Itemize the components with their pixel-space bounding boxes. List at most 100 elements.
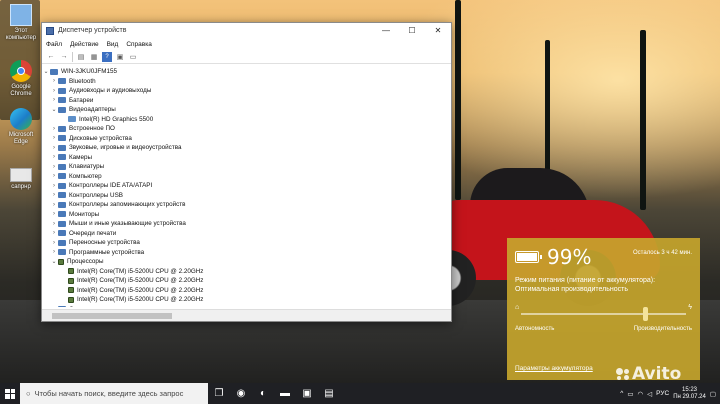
clock[interactable]: 15:23 Пн 29.07.24 <box>673 387 706 401</box>
collapse-chevron-icon[interactable]: ⌄ <box>42 68 50 75</box>
expand-chevron-icon[interactable]: › <box>50 230 58 236</box>
tree-category[interactable]: › Сетевые адаптеры <box>42 305 451 307</box>
store-icon[interactable]: ▣ <box>296 383 318 404</box>
properties-icon[interactable]: ▦ <box>89 52 99 62</box>
menu-view[interactable]: Вид <box>107 41 119 48</box>
expand-chevron-icon[interactable]: › <box>50 202 58 208</box>
tree-device[interactable]: Intel(R) Core(TM) i5-5200U CPU @ 2.20GHz <box>42 267 451 277</box>
tree-view-icon[interactable]: ▤ <box>76 52 86 62</box>
expand-chevron-icon[interactable]: › <box>50 306 58 307</box>
desktop-icon-chrome[interactable]: Google Chrome <box>4 60 38 98</box>
device-tree[interactable]: ⌄ WIN-3JKU0JFM155 › Bluetooth › Аудиовходы … <box>42 65 451 307</box>
expand-chevron-icon[interactable]: › <box>50 221 58 227</box>
tray-chevron-icon[interactable]: ^ <box>620 390 623 397</box>
expand-chevron-icon[interactable]: › <box>50 154 58 160</box>
battery-settings-link[interactable]: Параметры аккумулятора <box>515 365 593 372</box>
tree-category[interactable]: › Встроенное ПО <box>42 124 451 134</box>
desktop-icon-computer[interactable]: Этот компьютер <box>4 4 38 42</box>
expand-chevron-icon[interactable]: › <box>50 183 58 189</box>
monitor-scan-icon[interactable]: ▭ <box>128 52 138 62</box>
tree-category[interactable]: › Клавиатуры <box>42 162 451 172</box>
file-explorer-icon[interactable]: ▬ <box>274 383 296 404</box>
power-mode-slider[interactable]: ⌂ ϟ <box>515 304 692 324</box>
scrollbar-thumb[interactable] <box>52 313 172 319</box>
tree-category[interactable]: › Камеры <box>42 153 451 163</box>
expand-chevron-icon[interactable]: › <box>50 126 58 132</box>
device-manager-window[interactable]: Диспетчер устройств — ☐ ✕ Файл Действие … <box>41 22 452 322</box>
tree-device[interactable]: Intel(R) Core(TM) i5-5200U CPU @ 2.20GHz <box>42 295 451 305</box>
clock-time: 15:23 <box>682 386 698 393</box>
tree-device[interactable]: Intel(R) Core(TM) i5-5200U CPU @ 2.20GHz <box>42 276 451 286</box>
tray-network-icon[interactable]: ◠ <box>637 390 643 398</box>
slider-track[interactable] <box>521 313 686 315</box>
expand-chevron-icon[interactable]: › <box>50 211 58 217</box>
expand-chevron-icon[interactable]: › <box>50 249 58 255</box>
back-arrow-icon[interactable]: ← <box>46 52 56 62</box>
performance-bolt-icon: ϟ <box>688 304 692 311</box>
notifications-icon[interactable]: ▢ <box>710 390 716 398</box>
menu-action[interactable]: Действие <box>70 41 99 48</box>
expand-chevron-icon[interactable]: › <box>50 97 58 103</box>
tree-category[interactable]: › Переносные устройства <box>42 238 451 248</box>
maximize-button[interactable]: ☐ <box>399 23 425 38</box>
wallpaper-palm <box>640 30 646 210</box>
device-category-icon <box>58 239 66 246</box>
expand-chevron-icon[interactable]: › <box>50 135 58 141</box>
help-icon[interactable]: ? <box>102 51 112 62</box>
horizontal-scrollbar[interactable] <box>42 309 451 321</box>
menu-bar: Файл Действие Вид Справка <box>42 38 451 50</box>
start-button[interactable] <box>0 383 20 404</box>
collapse-chevron-icon[interactable]: ⌄ <box>50 258 58 265</box>
tree-category[interactable]: › Bluetooth <box>42 77 451 87</box>
tree-category[interactable]: › Аудиовходы и аудиовыходы <box>42 86 451 96</box>
desktop-icon-edge[interactable]: Microsoft Edge <box>4 108 38 146</box>
forward-arrow-icon[interactable]: → <box>59 52 69 62</box>
tree-category[interactable]: › Батареи <box>42 96 451 106</box>
taskbar: ○ Чтобы начать поиск, введите здесь запр… <box>0 383 720 404</box>
edge-taskbar-icon[interactable]: ◐ <box>252 383 274 404</box>
expand-chevron-icon[interactable]: › <box>50 173 58 179</box>
menu-file[interactable]: Файл <box>46 41 62 48</box>
expand-chevron-icon[interactable]: › <box>50 78 58 84</box>
tree-root[interactable]: ⌄ WIN-3JKU0JFM155 <box>42 67 451 77</box>
chrome-taskbar-icon[interactable]: ◉ <box>230 383 252 404</box>
tree-category[interactable]: › Мониторы <box>42 210 451 220</box>
menu-help[interactable]: Справка <box>126 41 152 48</box>
expand-chevron-icon[interactable]: › <box>50 88 58 94</box>
expand-chevron-icon[interactable]: › <box>50 192 58 198</box>
task-view-icon[interactable]: ❐ <box>208 383 230 404</box>
collapse-chevron-icon[interactable]: ⌄ <box>50 106 58 113</box>
tree-item-label: Встроенное ПО <box>69 125 115 133</box>
tree-category[interactable]: › Дисковые устройства <box>42 134 451 144</box>
slider-knob[interactable] <box>642 307 648 321</box>
tree-category[interactable]: › Очереди печати <box>42 229 451 239</box>
device-category-icon <box>58 211 66 218</box>
expand-chevron-icon[interactable]: › <box>50 164 58 170</box>
minimize-button[interactable]: — <box>373 23 399 38</box>
tree-category[interactable]: › Контроллеры USB <box>42 191 451 201</box>
action-view-icon[interactable]: ▣ <box>115 52 125 62</box>
tree-category[interactable]: › Контроллеры запоминающих устройств <box>42 200 451 210</box>
tree-device[interactable]: Intel(R) HD Graphics 5500 <box>42 115 451 125</box>
tree-item-label: Компьютер <box>69 172 102 180</box>
tray-battery-icon[interactable]: ▭ <box>627 390 633 398</box>
computer-icon <box>10 4 32 26</box>
tray-volume-icon[interactable]: ◁ <box>647 390 652 398</box>
tree-category[interactable]: › Компьютер <box>42 172 451 182</box>
tree-category[interactable]: › Звуковые, игровые и видеоустройства <box>42 143 451 153</box>
tree-device[interactable]: Intel(R) Core(TM) i5-5200U CPU @ 2.20GHz <box>42 286 451 296</box>
expand-chevron-icon[interactable]: › <box>50 240 58 246</box>
tree-category[interactable]: ⌄ Процессоры <box>42 257 451 267</box>
taskbar-search[interactable]: ○ Чтобы начать поиск, введите здесь запр… <box>20 383 208 404</box>
device-manager-taskbar-icon[interactable]: ▤ <box>318 383 340 404</box>
tree-category[interactable]: › Мыши и иные указывающие устройства <box>42 219 451 229</box>
title-bar[interactable]: Диспетчер устройств — ☐ ✕ <box>42 23 451 38</box>
close-button[interactable]: ✕ <box>425 23 451 38</box>
tree-category[interactable]: ⌄ Видеоадаптеры <box>42 105 451 115</box>
clock-date: Пн 29.07.24 <box>673 393 706 400</box>
expand-chevron-icon[interactable]: › <box>50 145 58 151</box>
desktop-icon-shortcut[interactable]: сапрнр <box>4 168 38 191</box>
tree-category[interactable]: › Программные устройства <box>42 248 451 258</box>
tree-category[interactable]: › Контроллеры IDE ATA/ATAPI <box>42 181 451 191</box>
language-indicator[interactable]: РУС <box>656 390 669 397</box>
